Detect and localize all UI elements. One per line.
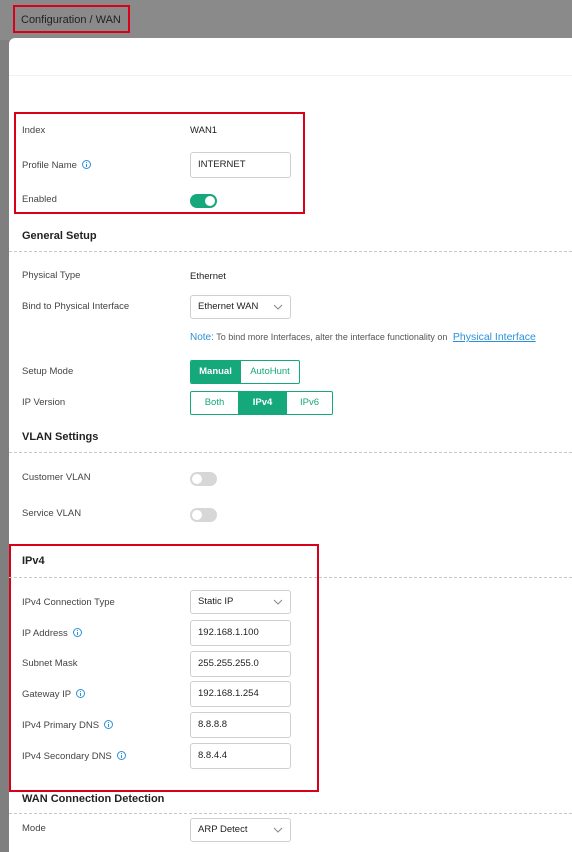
setup-mode-label: Setup Mode <box>22 366 74 377</box>
bind-note: Note: To bind more Interfaces, alter the… <box>190 331 536 343</box>
bind-interface-value: Ethernet WAN <box>198 301 259 312</box>
ip-version-selector: Both IPv4 IPv6 <box>190 391 333 415</box>
info-icon[interactable] <box>116 751 126 760</box>
bind-interface-select[interactable]: Ethernet WAN <box>190 295 291 319</box>
gateway-ip-label-text: Gateway IP <box>22 689 72 700</box>
divider <box>9 577 572 578</box>
divider <box>9 251 572 252</box>
profile-name-label-text: Profile Name <box>22 160 77 171</box>
service-vlan-label: Service VLAN <box>22 508 82 519</box>
info-icon[interactable] <box>81 160 91 169</box>
wan-detection-title: WAN Connection Detection <box>22 793 165 805</box>
enabled-toggle[interactable] <box>190 194 217 208</box>
breadcrumb: Configuration / WAN <box>21 14 121 26</box>
gateway-ip-input[interactable]: 192.168.1.254 <box>190 681 291 707</box>
divider <box>9 452 572 453</box>
physical-type-label: Physical Type <box>22 270 81 281</box>
setup-mode-manual[interactable]: Manual <box>191 361 240 383</box>
note-text: To bind more Interfaces, alter the inter… <box>216 332 448 342</box>
primary-dns-label-text: IPv4 Primary DNS <box>22 720 100 731</box>
secondary-dns-label: IPv4 Secondary DNS <box>22 750 126 762</box>
customer-vlan-toggle[interactable] <box>190 472 217 486</box>
bind-interface-label: Bind to Physical Interface <box>22 301 130 312</box>
note-label: Note: <box>190 332 214 343</box>
chevron-down-icon <box>273 599 283 605</box>
service-vlan-toggle[interactable] <box>190 508 217 522</box>
chevron-down-icon <box>273 827 283 833</box>
subnet-mask-label: Subnet Mask <box>22 658 78 669</box>
ipv4-title: IPv4 <box>22 555 45 567</box>
toggle-knob <box>192 510 202 520</box>
ipv4-connection-type-value: Static IP <box>198 596 234 607</box>
customer-vlan-label: Customer VLAN <box>22 472 91 483</box>
ip-address-label: IP Address <box>22 627 82 639</box>
physical-interface-link[interactable]: Physical Interface <box>453 331 536 343</box>
vlan-settings-title: VLAN Settings <box>22 431 99 443</box>
primary-dns-input[interactable]: 8.8.8.8 <box>190 712 291 738</box>
info-icon[interactable] <box>76 689 86 698</box>
ipv4-connection-type-label: IPv4 Connection Type <box>22 597 115 608</box>
ip-address-input[interactable]: 192.168.1.100 <box>190 620 291 646</box>
physical-type-value: Ethernet <box>190 271 226 282</box>
subnet-mask-input[interactable]: 255.255.255.0 <box>190 651 291 677</box>
toggle-knob <box>192 474 202 484</box>
enabled-label: Enabled <box>22 194 57 205</box>
info-icon[interactable] <box>104 720 114 729</box>
detection-mode-value: ARP Detect <box>198 824 248 835</box>
profile-name-label: Profile Name <box>22 159 91 171</box>
divider <box>9 813 572 814</box>
ip-version-label: IP Version <box>22 397 66 408</box>
secondary-dns-input[interactable]: 8.8.4.4 <box>190 743 291 769</box>
primary-dns-label: IPv4 Primary DNS <box>22 719 114 731</box>
detection-mode-label: Mode <box>22 823 46 834</box>
detection-mode-select[interactable]: ARP Detect <box>190 818 291 842</box>
ip-address-label-text: IP Address <box>22 628 68 639</box>
toggle-knob <box>205 196 215 206</box>
general-setup-title: General Setup <box>22 230 97 242</box>
gateway-ip-label: Gateway IP <box>22 688 86 700</box>
ip-version-ipv6[interactable]: IPv6 <box>286 392 332 414</box>
secondary-dns-label-text: IPv4 Secondary DNS <box>22 751 112 762</box>
index-label: Index <box>22 125 46 136</box>
ip-version-both[interactable]: Both <box>191 392 238 414</box>
setup-mode-selector: Manual AutoHunt <box>190 360 300 384</box>
info-icon[interactable] <box>72 628 82 637</box>
profile-name-input[interactable]: INTERNET <box>190 152 291 178</box>
setup-mode-autohunt[interactable]: AutoHunt <box>240 361 299 383</box>
ip-version-ipv4[interactable]: IPv4 <box>238 392 286 414</box>
index-value: WAN1 <box>190 125 218 136</box>
chevron-down-icon <box>273 304 283 310</box>
ipv4-connection-type-select[interactable]: Static IP <box>190 590 291 614</box>
panel-header <box>9 38 572 76</box>
